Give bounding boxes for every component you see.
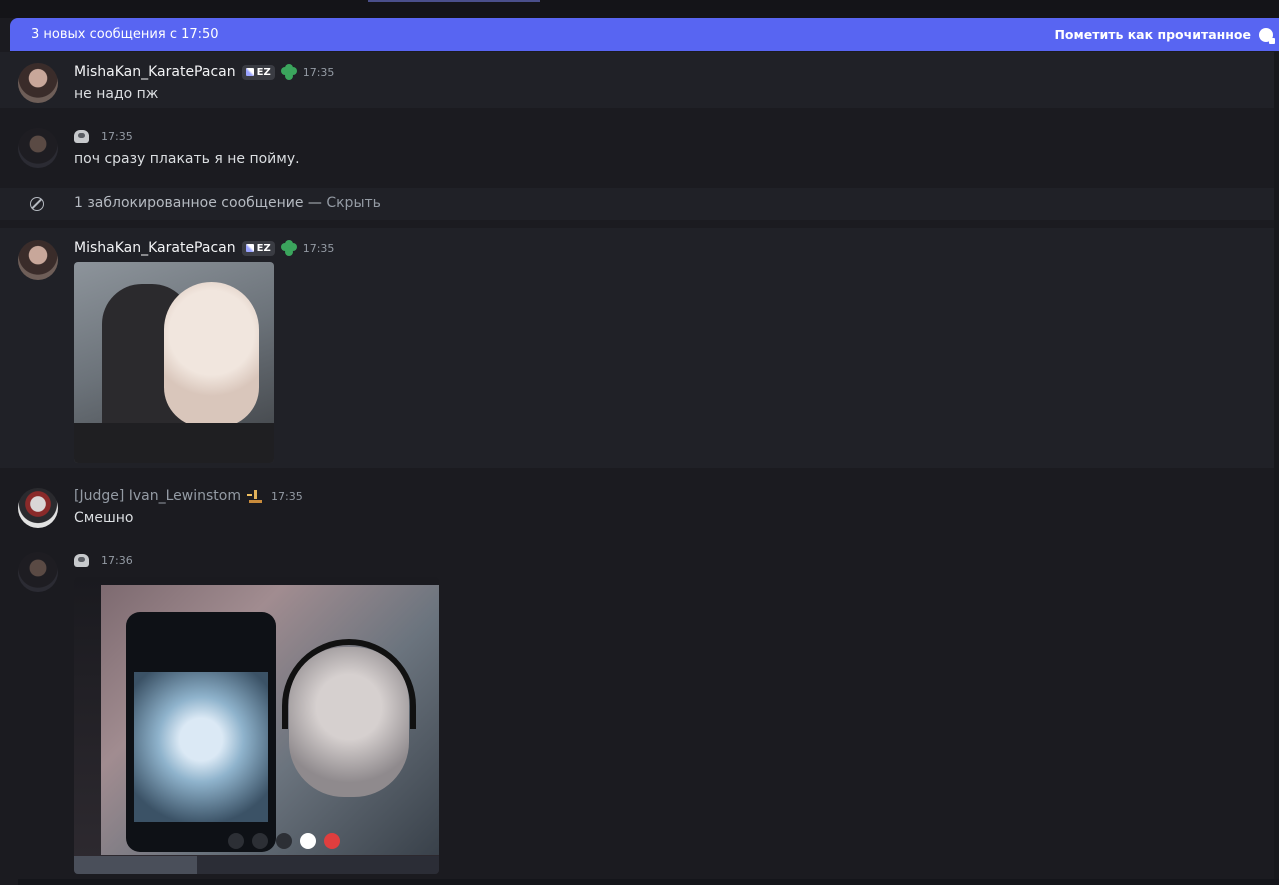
clover-icon bbox=[280, 64, 297, 80]
gif-control-dot bbox=[252, 833, 268, 849]
timestamp[interactable]: 17:35 bbox=[101, 130, 133, 143]
blocked-message-row: 1 заблокированное сообщение — Скрыть bbox=[0, 188, 1279, 220]
avatar[interactable] bbox=[18, 488, 58, 528]
tab-indicator bbox=[368, 0, 540, 2]
gif-floor bbox=[74, 423, 274, 463]
pen-icon bbox=[245, 68, 254, 76]
gif-progress-bar bbox=[74, 856, 439, 874]
gorilla-emoji-icon bbox=[74, 554, 89, 567]
avatar[interactable] bbox=[18, 128, 58, 168]
avatar[interactable] bbox=[18, 63, 58, 103]
timestamp[interactable]: 17:35 bbox=[303, 242, 335, 255]
mark-as-read-label: Пометить как прочитанное bbox=[1054, 27, 1251, 42]
guild-tag-label: EZ bbox=[256, 242, 271, 254]
gif-control-dot bbox=[300, 833, 316, 849]
gif-control-dot bbox=[324, 833, 340, 849]
gif-attachment-hamster[interactable] bbox=[74, 262, 274, 463]
gif-phone bbox=[126, 612, 276, 852]
window-top-strip bbox=[0, 0, 1279, 18]
gif-control-dot bbox=[276, 833, 292, 849]
username[interactable]: [Judge] Ivan_Lewinstom bbox=[74, 488, 241, 504]
gorilla-emoji-icon bbox=[74, 130, 89, 143]
gif-hamster bbox=[164, 282, 259, 427]
timestamp[interactable]: 17:35 bbox=[303, 66, 335, 79]
guild-tag[interactable]: EZ bbox=[241, 64, 275, 80]
clover-icon bbox=[280, 240, 297, 256]
gif-control-dot bbox=[228, 833, 244, 849]
new-messages-banner[interactable]: 3 новых сообщения с 17:50 Пометить как п… bbox=[10, 18, 1279, 51]
gif-progress-fill bbox=[74, 856, 197, 874]
gif-face bbox=[289, 647, 409, 797]
mark-as-read-button[interactable]: Пометить как прочитанное bbox=[1054, 27, 1275, 44]
message-text: Смешно bbox=[74, 510, 134, 526]
message-text: поч сразу плакать я не пойму. bbox=[74, 151, 300, 167]
blocked-text: 1 заблокированное сообщение — bbox=[74, 195, 327, 211]
new-messages-text: 3 новых сообщения с 17:50 bbox=[31, 27, 219, 42]
message-item[interactable]: [Judge] Ivan_Lewinstom 17:35 Смешно bbox=[0, 476, 1279, 546]
guild-tag[interactable]: EZ bbox=[241, 240, 275, 256]
username[interactable]: MishaKan_KaratePacan bbox=[74, 240, 236, 256]
message-input-edge[interactable] bbox=[18, 879, 1279, 885]
gif-call-controls bbox=[228, 833, 340, 849]
message-item[interactable]: 17:35 поч сразу плакать я не пойму. bbox=[0, 108, 1279, 188]
timestamp[interactable]: 17:35 bbox=[271, 490, 303, 503]
message-text: не надо пж bbox=[74, 86, 159, 102]
hide-blocked-link[interactable]: Скрыть bbox=[326, 195, 381, 211]
message-item[interactable]: MishaKan_KaratePacan EZ 17:35 не надо пж bbox=[0, 52, 1279, 108]
blocked-icon bbox=[30, 197, 44, 211]
mark-read-icon bbox=[1259, 27, 1275, 44]
guild-tag-label: EZ bbox=[256, 66, 271, 78]
timestamp[interactable]: 17:36 bbox=[101, 554, 133, 567]
pen-icon bbox=[245, 244, 254, 252]
gif-phone-screen bbox=[134, 672, 268, 822]
gif-attachment-videocall[interactable] bbox=[74, 577, 439, 874]
gavel-icon bbox=[247, 489, 265, 503]
username[interactable]: MishaKan_KaratePacan bbox=[74, 64, 236, 80]
avatar[interactable] bbox=[18, 552, 58, 592]
avatar[interactable] bbox=[18, 240, 58, 280]
scrollbar-track[interactable] bbox=[1274, 52, 1279, 879]
